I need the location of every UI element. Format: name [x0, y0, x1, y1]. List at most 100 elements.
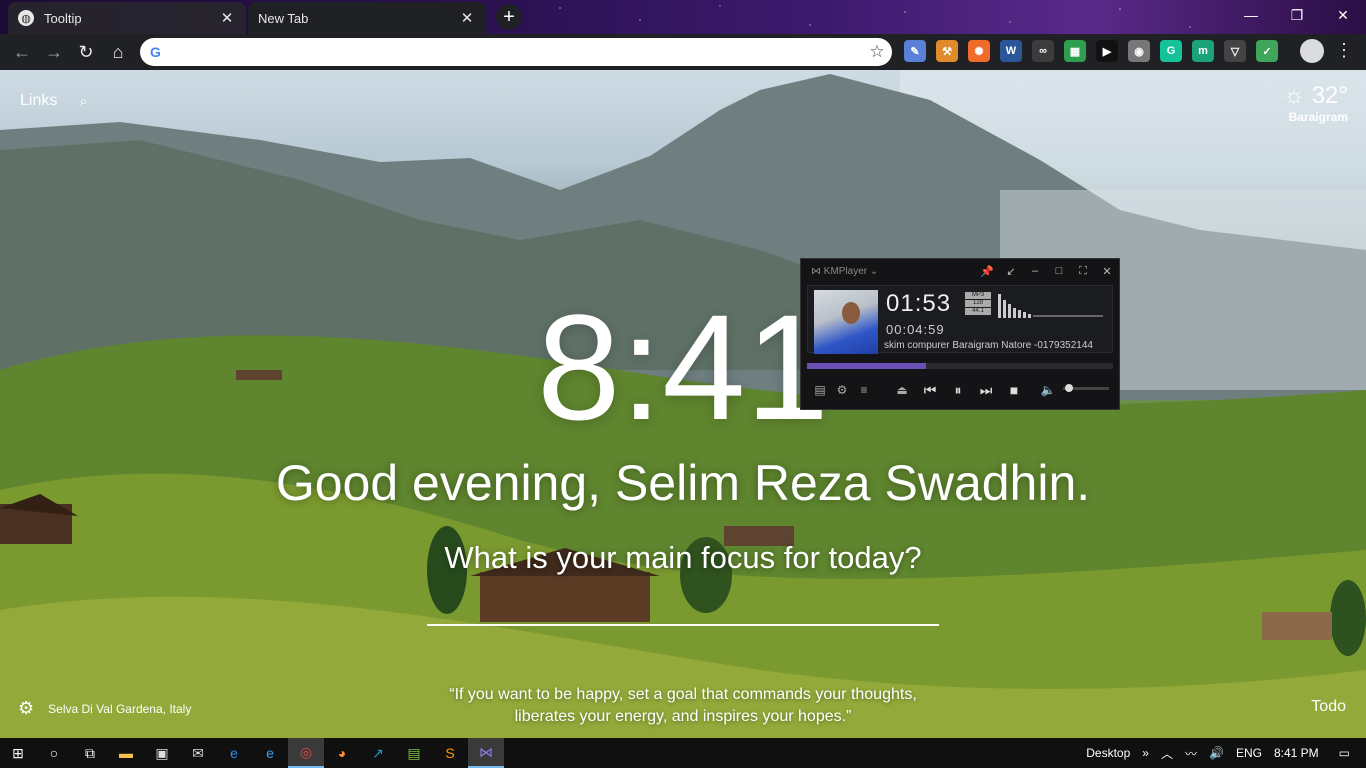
hammer-icon[interactable]: ⚒: [936, 40, 958, 62]
omnibox[interactable]: G ☆: [140, 38, 892, 66]
address-input[interactable]: [168, 40, 862, 64]
task-view-icon[interactable]: ⧉: [72, 738, 108, 768]
menu-kebab-icon[interactable]: ⋮: [1335, 40, 1353, 61]
notepad-icon[interactable]: ▤: [396, 738, 432, 768]
seek-bar[interactable]: [807, 363, 1113, 369]
tab-title: New Tab: [258, 10, 309, 26]
close-tab-icon[interactable]: ✕: [218, 9, 236, 27]
quote: “If you want to be happy, set a goal tha…: [383, 684, 983, 728]
gear-orange-icon[interactable]: ✺: [968, 40, 990, 62]
weather-widget[interactable]: ☼ 32° Baraigram: [1283, 82, 1348, 124]
links-label[interactable]: Links: [20, 92, 57, 110]
tab-tooltip[interactable]: ◍ Tooltip ✕: [8, 2, 246, 34]
app-blue-icon[interactable]: ↗: [360, 738, 396, 768]
wifi-icon[interactable]: 〰: [1185, 745, 1197, 762]
browser-toolbar: ← → ↻ ⌂ G ☆ ✎ ⚒ ✺ W ∞ ▦ ▶ ◉ Gm ▽ ✓ ⋮: [0, 34, 1366, 70]
format-badge: 44.1: [965, 308, 991, 315]
playlist-icon[interactable]: ▤: [809, 383, 831, 397]
kmplayer-icon[interactable]: ⋈: [468, 738, 504, 768]
forward-icon[interactable]: →: [38, 36, 70, 68]
reload-icon[interactable]: ↻: [70, 36, 102, 68]
chrome-icon[interactable]: ◎: [288, 738, 324, 768]
weather-location: Baraigram: [1288, 110, 1348, 124]
photo-location[interactable]: Selva Di Val Gardena, Italy: [48, 702, 191, 716]
shield-icon[interactable]: ▽: [1224, 40, 1246, 62]
list-icon[interactable]: ≡: [853, 383, 875, 397]
seek-progress: [807, 363, 927, 369]
kmplayer-window[interactable]: ⋈ KMPlayer ⌄ 📌 ↙ – □ ⛶ ✕ 01:53 MP3 128 4…: [800, 258, 1120, 410]
mail-icon[interactable]: ✉: [180, 738, 216, 768]
close-icon[interactable]: ✕: [1095, 265, 1119, 278]
album-art-face: [842, 302, 860, 324]
restore-button[interactable]: ❐: [1274, 0, 1320, 30]
maximize-icon[interactable]: □: [1047, 265, 1071, 277]
home-icon[interactable]: ⌂: [102, 36, 134, 68]
circle-icon[interactable]: ◉: [1128, 40, 1150, 62]
focus-input[interactable]: [427, 624, 939, 626]
windows-start-icon[interactable]: ⊞: [0, 738, 36, 768]
volume-slider[interactable]: [1063, 384, 1109, 392]
total-time: 00:04:59: [886, 322, 945, 337]
show-hidden-icons-icon[interactable]: ︿: [1161, 745, 1173, 762]
format-badge: 128: [965, 300, 991, 307]
grammarly-icon[interactable]: G: [1160, 40, 1182, 62]
chevron-down-icon[interactable]: ⌄: [870, 266, 878, 277]
file-explorer-icon[interactable]: ▬: [108, 738, 144, 768]
word-icon[interactable]: W: [1000, 40, 1022, 62]
previous-icon[interactable]: ⏮: [919, 382, 941, 399]
store-icon[interactable]: ▣: [144, 738, 180, 768]
close-window-button[interactable]: ✕: [1320, 0, 1366, 30]
language-indicator[interactable]: ENG: [1236, 746, 1262, 760]
kmplayer-display: 01:53 MP3 128 44.1 00:04:59 skim compure…: [807, 285, 1113, 354]
google-icon: G: [150, 44, 161, 60]
minimize-icon[interactable]: –: [1023, 265, 1047, 277]
links-menu[interactable]: Links ⌕: [20, 92, 88, 110]
windows-taskbar: ⊞ ○ ⧉ ▬ ▣ ✉ e e ◎ ◕ ↗ ▤ S ⋈ Desktop » ︿ 〰 🔊 ENG 8:41 …: [0, 738, 1366, 768]
bookmark-star-icon[interactable]: ☆: [862, 42, 892, 62]
taskbar-clock[interactable]: 8:41 PM: [1274, 746, 1319, 760]
chevrons-icon[interactable]: »: [1142, 746, 1149, 760]
sublime-icon[interactable]: S: [432, 738, 468, 768]
new-tab-page: Links ⌕ ☼ 32° Baraigram 8:41 Good evenin…: [0, 70, 1366, 738]
sun-icon: ☼: [1283, 82, 1306, 109]
pin-icon[interactable]: 📌: [975, 265, 999, 278]
settings-icon[interactable]: ⚙: [831, 383, 853, 397]
track-title: skim compurer Baraigram Natore -01793521…: [884, 340, 1093, 351]
m-icon[interactable]: m: [1192, 40, 1214, 62]
close-tab-icon[interactable]: ✕: [458, 9, 476, 27]
kmplayer-titlebar[interactable]: ⋈ KMPlayer ⌄ 📌 ↙ – □ ⛶ ✕: [801, 259, 1119, 283]
volume-icon[interactable]: 🔈: [1037, 383, 1059, 397]
stop-icon[interactable]: ■: [1003, 382, 1025, 398]
eject-icon[interactable]: ⏏: [891, 383, 913, 397]
desktop-toolbar[interactable]: Desktop: [1086, 746, 1130, 760]
back-icon[interactable]: ←: [6, 36, 38, 68]
speaker-icon[interactable]: 🔊: [1209, 746, 1224, 760]
settings-gear-icon[interactable]: ⚙: [18, 698, 34, 719]
pause-icon[interactable]: ⏸: [947, 382, 969, 399]
firefox-icon[interactable]: ◕: [324, 738, 360, 768]
edge-icon[interactable]: e: [216, 738, 252, 768]
mini-mode-icon[interactable]: ↙: [999, 265, 1023, 278]
minimize-button[interactable]: —: [1228, 0, 1274, 30]
pen-icon[interactable]: ✎: [904, 40, 926, 62]
new-tab-button[interactable]: +: [496, 4, 522, 30]
equalizer-visual: [998, 294, 1103, 318]
cortana-search-icon[interactable]: ○: [36, 738, 72, 768]
format-badges: MP3 128 44.1: [965, 292, 991, 316]
checklist-icon[interactable]: ✓: [1256, 40, 1278, 62]
play-icon[interactable]: ▶: [1096, 40, 1118, 62]
tab-new-tab[interactable]: New Tab ✕: [248, 2, 486, 34]
search-icon[interactable]: ⌕: [79, 93, 87, 110]
clock: 8:41: [537, 283, 829, 451]
glasses-icon[interactable]: ∞: [1032, 40, 1054, 62]
extensions-bar: ✎ ⚒ ✺ W ∞ ▦ ▶ ◉ Gm ▽ ✓: [904, 40, 1288, 62]
fullscreen-icon[interactable]: ⛶: [1071, 265, 1095, 278]
todo-button[interactable]: Todo: [1311, 698, 1346, 716]
next-icon[interactable]: ⏭: [975, 382, 997, 399]
profile-avatar[interactable]: [1300, 39, 1324, 63]
grid-icon[interactable]: ▦: [1064, 40, 1086, 62]
action-center-icon[interactable]: ▭: [1339, 746, 1350, 760]
internet-explorer-icon[interactable]: e: [252, 738, 288, 768]
system-tray: Desktop » ︿ 〰 🔊 ENG 8:41 PM ▭: [1080, 738, 1366, 768]
tab-strip: ◍ Tooltip ✕ New Tab ✕ + — ❐ ✕: [0, 0, 1366, 34]
